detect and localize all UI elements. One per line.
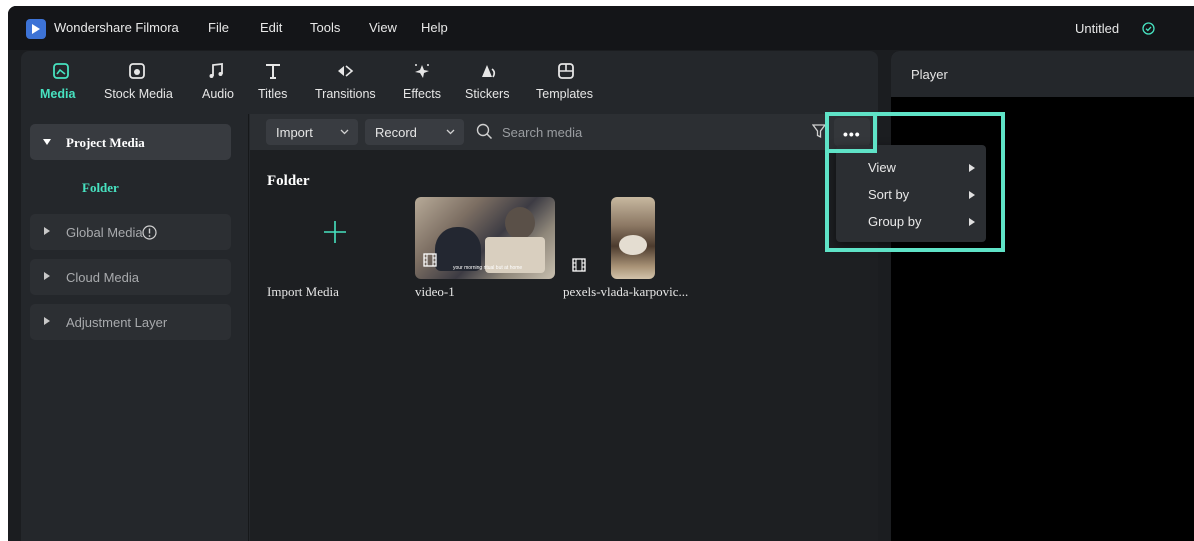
filmora-logo-icon — [26, 19, 46, 39]
video-1-thumbnail[interactable]: your morning ritual but at home — [415, 197, 555, 279]
filmora-window: Wondershare Filmora File Edit Tools View… — [8, 6, 1194, 541]
import-media-tile[interactable] — [267, 197, 407, 277]
chevron-down-icon — [340, 129, 349, 135]
tab-audio-label: Audio — [202, 87, 234, 101]
sidebar-item-cloud-media[interactable]: Cloud Media — [30, 259, 231, 295]
import-label: Import — [276, 125, 313, 140]
video-film-icon — [572, 258, 586, 272]
tab-transitions-label: Transitions — [315, 87, 376, 101]
player-header: Player — [891, 51, 1194, 97]
saved-check-icon — [1142, 22, 1155, 35]
folder-title: Folder — [267, 173, 310, 189]
stock-media-icon — [129, 63, 145, 79]
menu-tools[interactable]: Tools — [310, 20, 340, 35]
media-toolbar: Import Record ••• — [250, 114, 878, 150]
chevron-down-icon — [446, 129, 455, 135]
tab-titles[interactable]: Titles — [253, 51, 293, 114]
search-icon — [476, 123, 493, 140]
tab-stickers-label: Stickers — [465, 87, 510, 101]
caret-right-icon — [44, 317, 50, 325]
media-tabs: Media Stock Media Audio Titles Transitio… — [21, 51, 878, 114]
sidebar-item-label: Project Media — [66, 135, 145, 150]
media-sidebar: Project Media Folder Global Media Cloud … — [21, 114, 249, 541]
sidebar-item-label: Cloud Media — [66, 270, 139, 285]
player-title: Player — [911, 67, 948, 82]
scene-shape — [505, 207, 535, 239]
menu-edit[interactable]: Edit — [260, 20, 282, 35]
video-caption: your morning ritual but at home — [453, 265, 523, 271]
menu-view[interactable]: View — [369, 20, 397, 35]
tab-templates[interactable]: Templates — [534, 51, 598, 114]
tab-transitions[interactable]: Transitions — [309, 51, 379, 114]
tab-titles-label: Titles — [258, 87, 288, 101]
tab-stock-media[interactable]: Stock Media — [101, 51, 173, 114]
menu-file[interactable]: File — [208, 20, 229, 35]
sidebar-subitem-folder[interactable]: Folder — [82, 180, 119, 196]
library-panel: Media Stock Media Audio Titles Transitio… — [21, 51, 878, 541]
sidebar-item-project-media[interactable]: Project Media — [30, 124, 231, 160]
media-content: Import Record ••• Fol — [250, 114, 878, 541]
scene-shape — [619, 235, 647, 255]
tab-effects-label: Effects — [403, 87, 441, 101]
media-label-video-1: video-1 — [415, 284, 455, 299]
sparkle-star-icon — [415, 64, 429, 78]
media-label-import: Import Media — [267, 284, 339, 299]
video-film-icon — [423, 253, 437, 267]
search-input[interactable] — [502, 122, 782, 142]
sidebar-item-adjustment-layer[interactable]: Adjustment Layer — [30, 304, 231, 340]
media-label-pexels: pexels-vlada-karpovic... — [563, 284, 689, 299]
highlight-box-more-button — [825, 112, 877, 153]
template-grid-icon — [558, 63, 574, 79]
tab-effects[interactable]: Effects — [399, 51, 445, 114]
tab-media-label: Media — [40, 87, 76, 101]
title-bar: Wondershare Filmora File Edit Tools View… — [8, 6, 1194, 50]
info-icon[interactable] — [142, 225, 157, 240]
pexels-video-thumbnail[interactable] — [611, 197, 655, 279]
sidebar-item-label: Adjustment Layer — [66, 315, 168, 330]
tab-templates-label: Templates — [536, 87, 593, 101]
sidebar-item-label: Global Media — [66, 225, 143, 240]
filter-icon[interactable] — [812, 124, 826, 139]
transition-arrows-icon — [338, 65, 354, 77]
text-t-icon — [266, 64, 280, 79]
record-label: Record — [375, 125, 417, 140]
media-icon — [53, 63, 69, 79]
project-title: Untitled — [1075, 21, 1120, 36]
sticker-icon — [482, 65, 496, 78]
app-title: Wondershare Filmora — [54, 20, 179, 35]
tab-stickers[interactable]: Stickers — [464, 51, 516, 114]
tab-stock-media-label: Stock Media — [104, 87, 173, 101]
menu-help[interactable]: Help — [421, 20, 448, 35]
music-note-icon — [209, 62, 223, 78]
sidebar-item-global-media[interactable]: Global Media — [30, 214, 231, 250]
plus-icon — [324, 221, 346, 243]
caret-right-icon — [44, 272, 50, 280]
caret-down-icon — [43, 139, 51, 145]
tab-media[interactable]: Media — [40, 51, 82, 114]
caret-right-icon — [44, 227, 50, 235]
tab-audio[interactable]: Audio — [196, 51, 236, 114]
import-button[interactable]: Import — [266, 119, 358, 145]
record-button[interactable]: Record — [365, 119, 464, 145]
